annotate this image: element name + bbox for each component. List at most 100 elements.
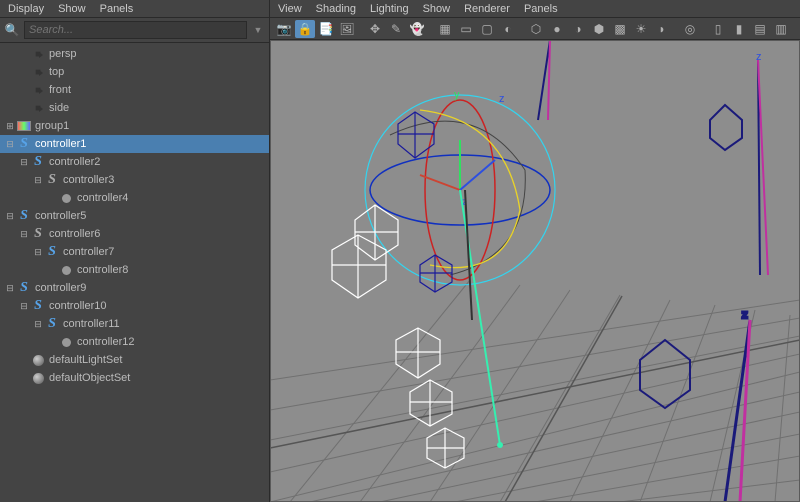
outliner-item-controller10[interactable]: ⊟Scontroller10 [0,297,269,315]
tool-grease-pencil-icon[interactable]: ✎ [386,20,406,38]
viewport-menu-renderer[interactable]: Renderer [464,3,510,15]
viewport-toolbar: 📷 🔒 📑 🖼 ✥ ✎ 👻 ▦ ▭ ▢ ◐ ⬡ ● ◑ ⬢ ▩ ☀ ◗ ◎ ▯ [270,18,800,40]
expand-toggle-icon[interactable]: ⊟ [18,229,30,240]
locator-icon [58,335,74,349]
expand-toggle-icon[interactable]: ⊟ [4,139,16,150]
outliner-search-row: 🔍 ▼ [0,18,269,43]
tool-wire-on-shaded-icon[interactable]: ⬢ [589,20,609,38]
tool-smooth-shade-icon[interactable]: ● [547,20,567,38]
outliner-item-label: controller9 [35,282,86,294]
tool-wireframe-icon[interactable]: ⬡ [526,20,546,38]
tool-xray-joints-icon[interactable]: ▮ [729,20,749,38]
controller-shapes-white [332,205,464,468]
viewport-panel: View Shading Lighting Show Renderer Pane… [270,0,800,502]
svg-text:y: y [454,89,460,101]
camera-icon [30,47,46,61]
tool-xray-icon[interactable]: ▯ [708,20,728,38]
expand-toggle-icon[interactable]: ⊞ [4,121,16,132]
expand-toggle-icon[interactable]: ⊟ [18,157,30,168]
tool-2d-pan-icon[interactable]: ✥ [365,20,385,38]
outliner-item-label: front [49,84,71,96]
viewport-menubar: View Shading Lighting Show Renderer Pane… [270,0,800,18]
outliner-item-controller6[interactable]: ⊟Scontroller6 [0,225,269,243]
viewport-menu-lighting[interactable]: Lighting [370,3,409,15]
outliner-menu-display[interactable]: Display [8,3,44,15]
outliner-item-defaultLightSet[interactable]: defaultLightSet [0,351,269,369]
expand-toggle-icon[interactable]: ⊟ [4,211,16,222]
outliner-item-label: defaultObjectSet [49,372,130,384]
outliner-item-controller7[interactable]: ⊟Scontroller7 [0,243,269,261]
tool-gate-mask-icon[interactable]: ◐ [498,20,518,38]
outliner-item-label: group1 [35,120,69,132]
viewport-menu-shading[interactable]: Shading [316,3,356,15]
outliner-item-label: persp [49,48,77,60]
outliner-menu-panels[interactable]: Panels [100,3,134,15]
outliner-item-top[interactable]: top [0,63,269,81]
viewport-menu-panels[interactable]: Panels [524,3,558,15]
tool-expose-icon[interactable]: ▤ [750,20,770,38]
outliner-item-controller9[interactable]: ⊟Scontroller9 [0,279,269,297]
nurbs-curve-icon: S [30,227,46,241]
outliner-menu-show[interactable]: Show [58,3,86,15]
outliner-item-controller2[interactable]: ⊟Scontroller2 [0,153,269,171]
outliner-item-label: controller7 [63,246,114,258]
outliner-item-label: top [49,66,64,78]
tool-textured-icon[interactable]: ▩ [610,20,630,38]
outliner-tree[interactable]: persptopfrontside⊞group1⊟Scontroller1⊟Sc… [0,43,269,502]
outliner-item-label: controller6 [49,228,100,240]
tool-bookmark-icon[interactable]: 📑 [316,20,336,38]
tool-film-gate-icon[interactable]: ▭ [456,20,476,38]
search-icon: 🔍 [4,22,20,38]
rotate-manipulator[interactable]: y z z [365,89,555,285]
viewport-menu-view[interactable]: View [278,3,302,15]
outliner-item-label: controller10 [49,300,106,312]
tool-image-plane-icon[interactable]: 🖼 [337,20,357,38]
tool-resolution-gate-icon[interactable]: ▢ [477,20,497,38]
nurbs-curve-icon: S [30,155,46,169]
outliner-item-side[interactable]: side [0,99,269,117]
nurbs-curve-icon: S [16,281,32,295]
chain-left-far [538,40,550,120]
expand-toggle-icon[interactable]: ⊟ [32,175,44,186]
outliner-item-controller8[interactable]: controller8 [0,261,269,279]
expand-toggle-icon[interactable]: ⊟ [32,319,44,330]
outliner-item-front[interactable]: front [0,81,269,99]
viewport-menu-show[interactable]: Show [423,3,451,15]
axis-z-label-far: z [756,51,762,63]
expand-toggle-icon[interactable]: ⊟ [4,283,16,294]
tool-grid-icon[interactable]: ▦ [435,20,455,38]
outliner-item-controller5[interactable]: ⊟Scontroller5 [0,207,269,225]
outliner-item-label: controller4 [77,192,128,204]
outliner-menubar: Display Show Panels [0,0,269,18]
outliner-item-controller1[interactable]: ⊟Scontroller1 [0,135,269,153]
outliner-item-group1[interactable]: ⊞ group1 [0,117,269,135]
outliner-item-controller12[interactable]: controller12 [0,333,269,351]
tool-use-default-mat-icon[interactable]: ◑ [568,20,588,38]
expand-toggle-icon[interactable]: ⊟ [32,247,44,258]
tool-lock-camera-icon[interactable]: 🔒 [295,20,315,38]
tool-depth-icon[interactable]: ▥ [771,20,791,38]
nurbs-curve-icon: S [30,299,46,313]
nurbs-curve-icon: S [16,137,32,151]
svg-text:z: z [499,93,505,105]
expand-toggle-icon[interactable]: ⊟ [18,301,30,312]
outliner-item-defaultObjectSet[interactable]: defaultObjectSet [0,369,269,387]
outliner-item-label: controller3 [63,174,114,186]
outliner-item-controller4[interactable]: controller4 [0,189,269,207]
outliner-item-label: controller1 [35,138,86,150]
search-filter-dropdown-icon[interactable]: ▼ [251,23,265,37]
tool-shadows-icon[interactable]: ◗ [652,20,672,38]
tool-use-lights-icon[interactable]: ☀ [631,20,651,38]
viewport-3d-view[interactable]: z z [270,40,800,502]
tool-ghosting-icon[interactable]: 👻 [407,20,427,38]
tool-select-camera-icon[interactable]: 📷 [274,20,294,38]
tool-isolate-select-icon[interactable]: ◎ [680,20,700,38]
grid [270,280,800,502]
outliner-item-controller11[interactable]: ⊟Scontroller11 [0,315,269,333]
outliner-item-persp[interactable]: persp [0,45,269,63]
outliner-item-controller3[interactable]: ⊟Scontroller3 [0,171,269,189]
outliner-item-label: controller5 [35,210,86,222]
nurbs-curve-icon: S [16,209,32,223]
search-input[interactable] [24,21,247,39]
outliner-item-label: controller11 [63,318,120,330]
